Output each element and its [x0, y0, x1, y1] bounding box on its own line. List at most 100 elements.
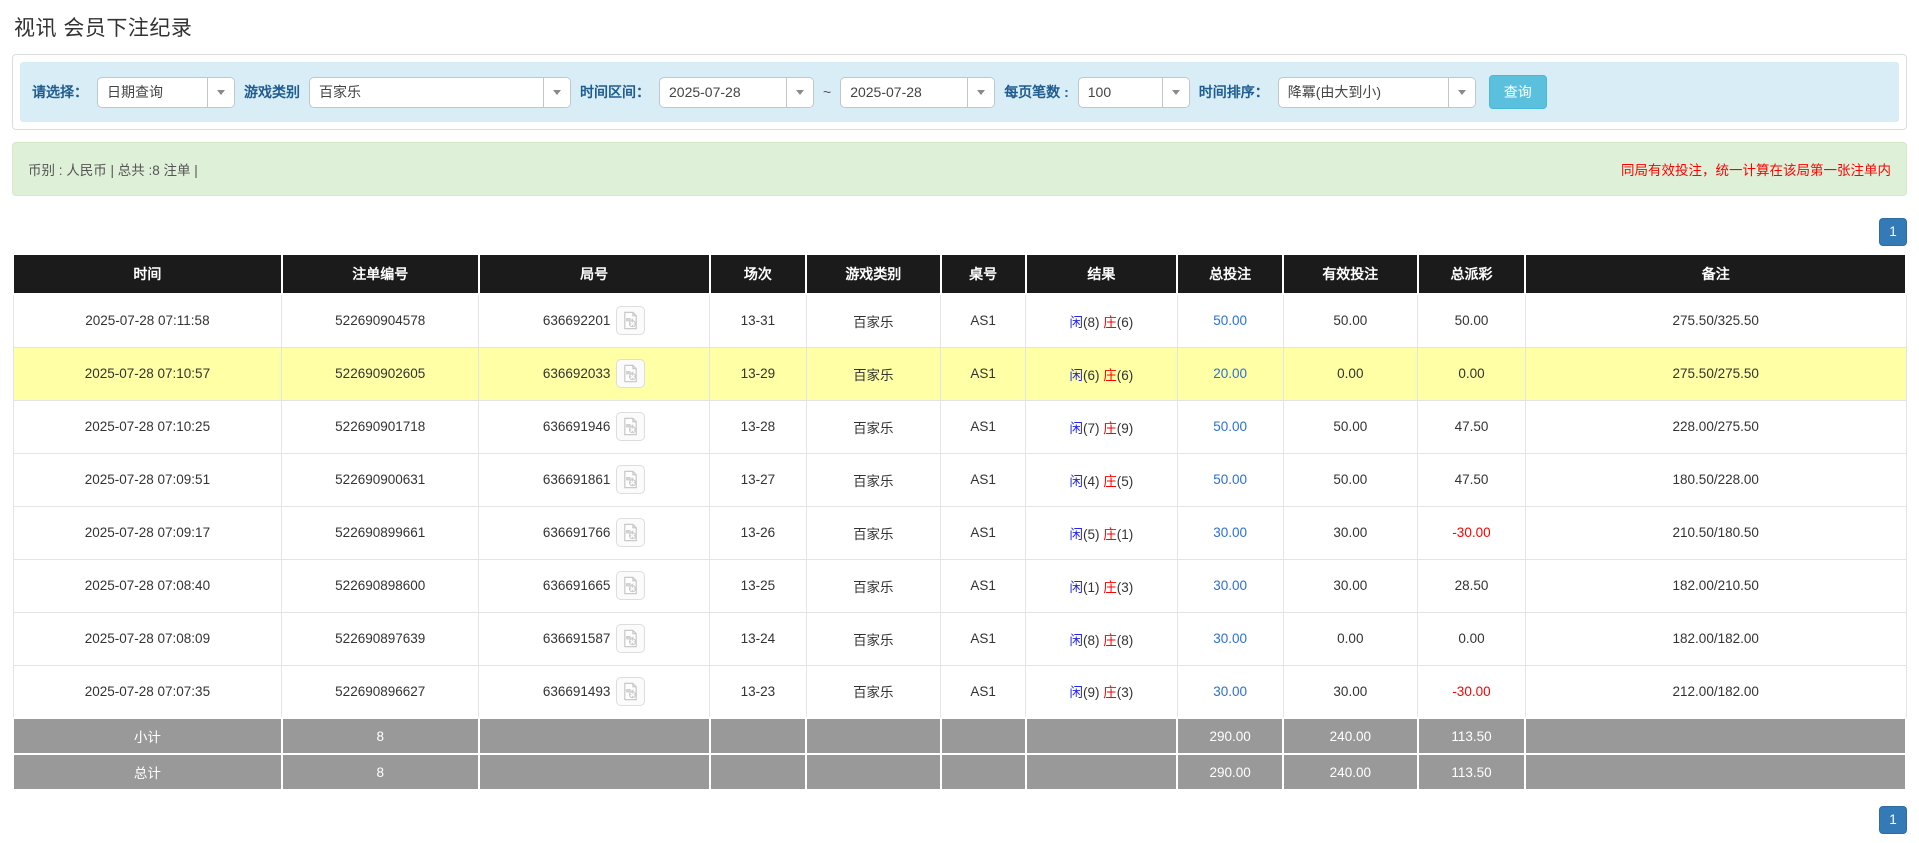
result-player-score: (6)	[1083, 368, 1100, 383]
remark-cell: 180.50/228.00	[1525, 453, 1906, 506]
effective-bet-note: 同局有效投注，统一计算在该局第一张注单内	[1621, 159, 1891, 179]
table-row: 2025-07-28 07:09:17 522690899661 6366917…	[13, 506, 1906, 559]
result-banker: 庄	[1103, 580, 1117, 595]
total-bet-link[interactable]: 20.00	[1213, 366, 1247, 381]
query-type-label: 请选择：	[32, 82, 88, 102]
remark-cell: 182.00/210.50	[1525, 559, 1906, 612]
game-cell: 百家乐	[806, 347, 940, 400]
total-bet-link[interactable]: 50.00	[1213, 472, 1247, 487]
remark-cell: 210.50/180.50	[1525, 506, 1906, 559]
total-bet-link[interactable]: 30.00	[1213, 631, 1247, 646]
date-from-caret-button[interactable]	[786, 78, 813, 107]
column-header: 场次	[710, 254, 807, 294]
result-player: 闲	[1070, 474, 1084, 489]
table-row: 2025-07-28 07:08:09 522690897639 6366915…	[13, 612, 1906, 665]
query-type-caret-button[interactable]	[207, 78, 234, 107]
video-replay-button[interactable]	[616, 465, 645, 494]
total-bet-cell: 30.00	[1177, 506, 1283, 559]
bets-table: 时间注单编号局号场次游戏类别桌号结果总投注有效投注总派彩备注 2025-07-2…	[12, 253, 1907, 791]
game-cell: 百家乐	[806, 453, 940, 506]
bet-id-cell: 522690896627	[282, 665, 479, 718]
chevron-down-icon	[553, 90, 561, 95]
video-replay-button[interactable]	[616, 412, 645, 441]
result-banker: 庄	[1103, 633, 1117, 648]
table-no-cell: AS1	[941, 612, 1026, 665]
payout-cell: -30.00	[1418, 506, 1526, 559]
remark-cell: 275.50/325.50	[1525, 294, 1906, 347]
game-cell: 百家乐	[806, 665, 940, 718]
result-player-score: (1)	[1083, 580, 1100, 595]
date-to-input[interactable]: 2025-07-28	[840, 77, 995, 108]
time-sort-combo[interactable]: 降冪(由大到小)	[1278, 77, 1476, 108]
total-bet-link[interactable]: 50.00	[1213, 313, 1247, 328]
result-cell: 闲(1) 庄(3)	[1026, 559, 1177, 612]
result-player-score: (8)	[1083, 633, 1100, 648]
session-cell: 13-26	[710, 506, 807, 559]
column-header: 时间	[13, 254, 282, 294]
valid-bet-cell: 50.00	[1283, 400, 1417, 453]
round-cell: 636691587	[479, 612, 710, 665]
total-bet-link[interactable]: 30.00	[1213, 578, 1247, 593]
video-file-icon	[621, 523, 640, 542]
game-cell: 百家乐	[806, 506, 940, 559]
result-banker: 庄	[1103, 421, 1117, 436]
bet-id-cell: 522690900631	[282, 453, 479, 506]
total-bet-cell: 50.00	[1177, 400, 1283, 453]
table-row: 2025-07-28 07:10:57 522690902605 6366920…	[13, 347, 1906, 400]
subtotal-row: 小计 8 290.00 240.00 113.50	[13, 718, 1906, 754]
round-cell: 636691766	[479, 506, 710, 559]
chevron-down-icon	[217, 90, 225, 95]
valid-bet-cell: 0.00	[1283, 612, 1417, 665]
video-replay-button[interactable]	[616, 571, 645, 600]
game-cell: 百家乐	[806, 612, 940, 665]
bet-id-cell: 522690902605	[282, 347, 479, 400]
column-header: 游戏类别	[806, 254, 940, 294]
date-from-input[interactable]: 2025-07-28	[659, 77, 814, 108]
result-player: 闲	[1070, 580, 1084, 595]
page-button-1[interactable]: 1	[1879, 806, 1907, 834]
total-bet-link[interactable]: 30.00	[1213, 684, 1247, 699]
session-cell: 13-31	[710, 294, 807, 347]
video-replay-button[interactable]	[616, 624, 645, 653]
video-replay-button[interactable]	[616, 306, 645, 335]
session-cell: 13-29	[710, 347, 807, 400]
game-cell: 百家乐	[806, 400, 940, 453]
date-to-caret-button[interactable]	[967, 78, 994, 107]
result-cell: 闲(8) 庄(8)	[1026, 612, 1177, 665]
valid-bet-cell: 30.00	[1283, 665, 1417, 718]
video-replay-button[interactable]	[616, 677, 645, 706]
total-bet-link[interactable]: 30.00	[1213, 525, 1247, 540]
payout-cell: -30.00	[1418, 665, 1526, 718]
table-row: 2025-07-28 07:07:35 522690896627 6366914…	[13, 665, 1906, 718]
column-header: 桌号	[941, 254, 1026, 294]
result-banker-score: (6)	[1117, 368, 1134, 383]
result-cell: 闲(9) 庄(3)	[1026, 665, 1177, 718]
total-bet-cell: 30.00	[1177, 559, 1283, 612]
payout-cell: 0.00	[1418, 347, 1526, 400]
time-range-label: 时间区间：	[580, 82, 650, 102]
total-bet-cell: 30.00	[1177, 612, 1283, 665]
page-button-1[interactable]: 1	[1879, 218, 1907, 246]
total-bet-cell: 50.00	[1177, 453, 1283, 506]
time-sort-caret-button[interactable]	[1448, 78, 1475, 107]
query-button[interactable]: 查询	[1489, 75, 1547, 109]
table-no-cell: AS1	[941, 506, 1026, 559]
page-size-combo[interactable]: 100	[1078, 77, 1190, 108]
payout-cell: 28.50	[1418, 559, 1526, 612]
video-replay-button[interactable]	[616, 359, 645, 388]
result-cell: 闲(4) 庄(5)	[1026, 453, 1177, 506]
game-type-caret-button[interactable]	[543, 78, 570, 107]
remark-cell: 212.00/182.00	[1525, 665, 1906, 718]
time-cell: 2025-07-28 07:07:35	[13, 665, 282, 718]
game-cell: 百家乐	[806, 559, 940, 612]
game-type-combo[interactable]: 百家乐	[309, 77, 571, 108]
time-sort-label: 时间排序：	[1199, 82, 1269, 102]
total-bet-link[interactable]: 50.00	[1213, 419, 1247, 434]
result-player: 闲	[1070, 685, 1084, 700]
round-id: 636691946	[543, 419, 611, 434]
query-type-combo[interactable]: 日期查询	[97, 77, 235, 108]
date-to-value: 2025-07-28	[841, 78, 967, 107]
page-size-caret-button[interactable]	[1162, 78, 1189, 107]
video-replay-button[interactable]	[616, 518, 645, 547]
chevron-down-icon	[1458, 90, 1466, 95]
